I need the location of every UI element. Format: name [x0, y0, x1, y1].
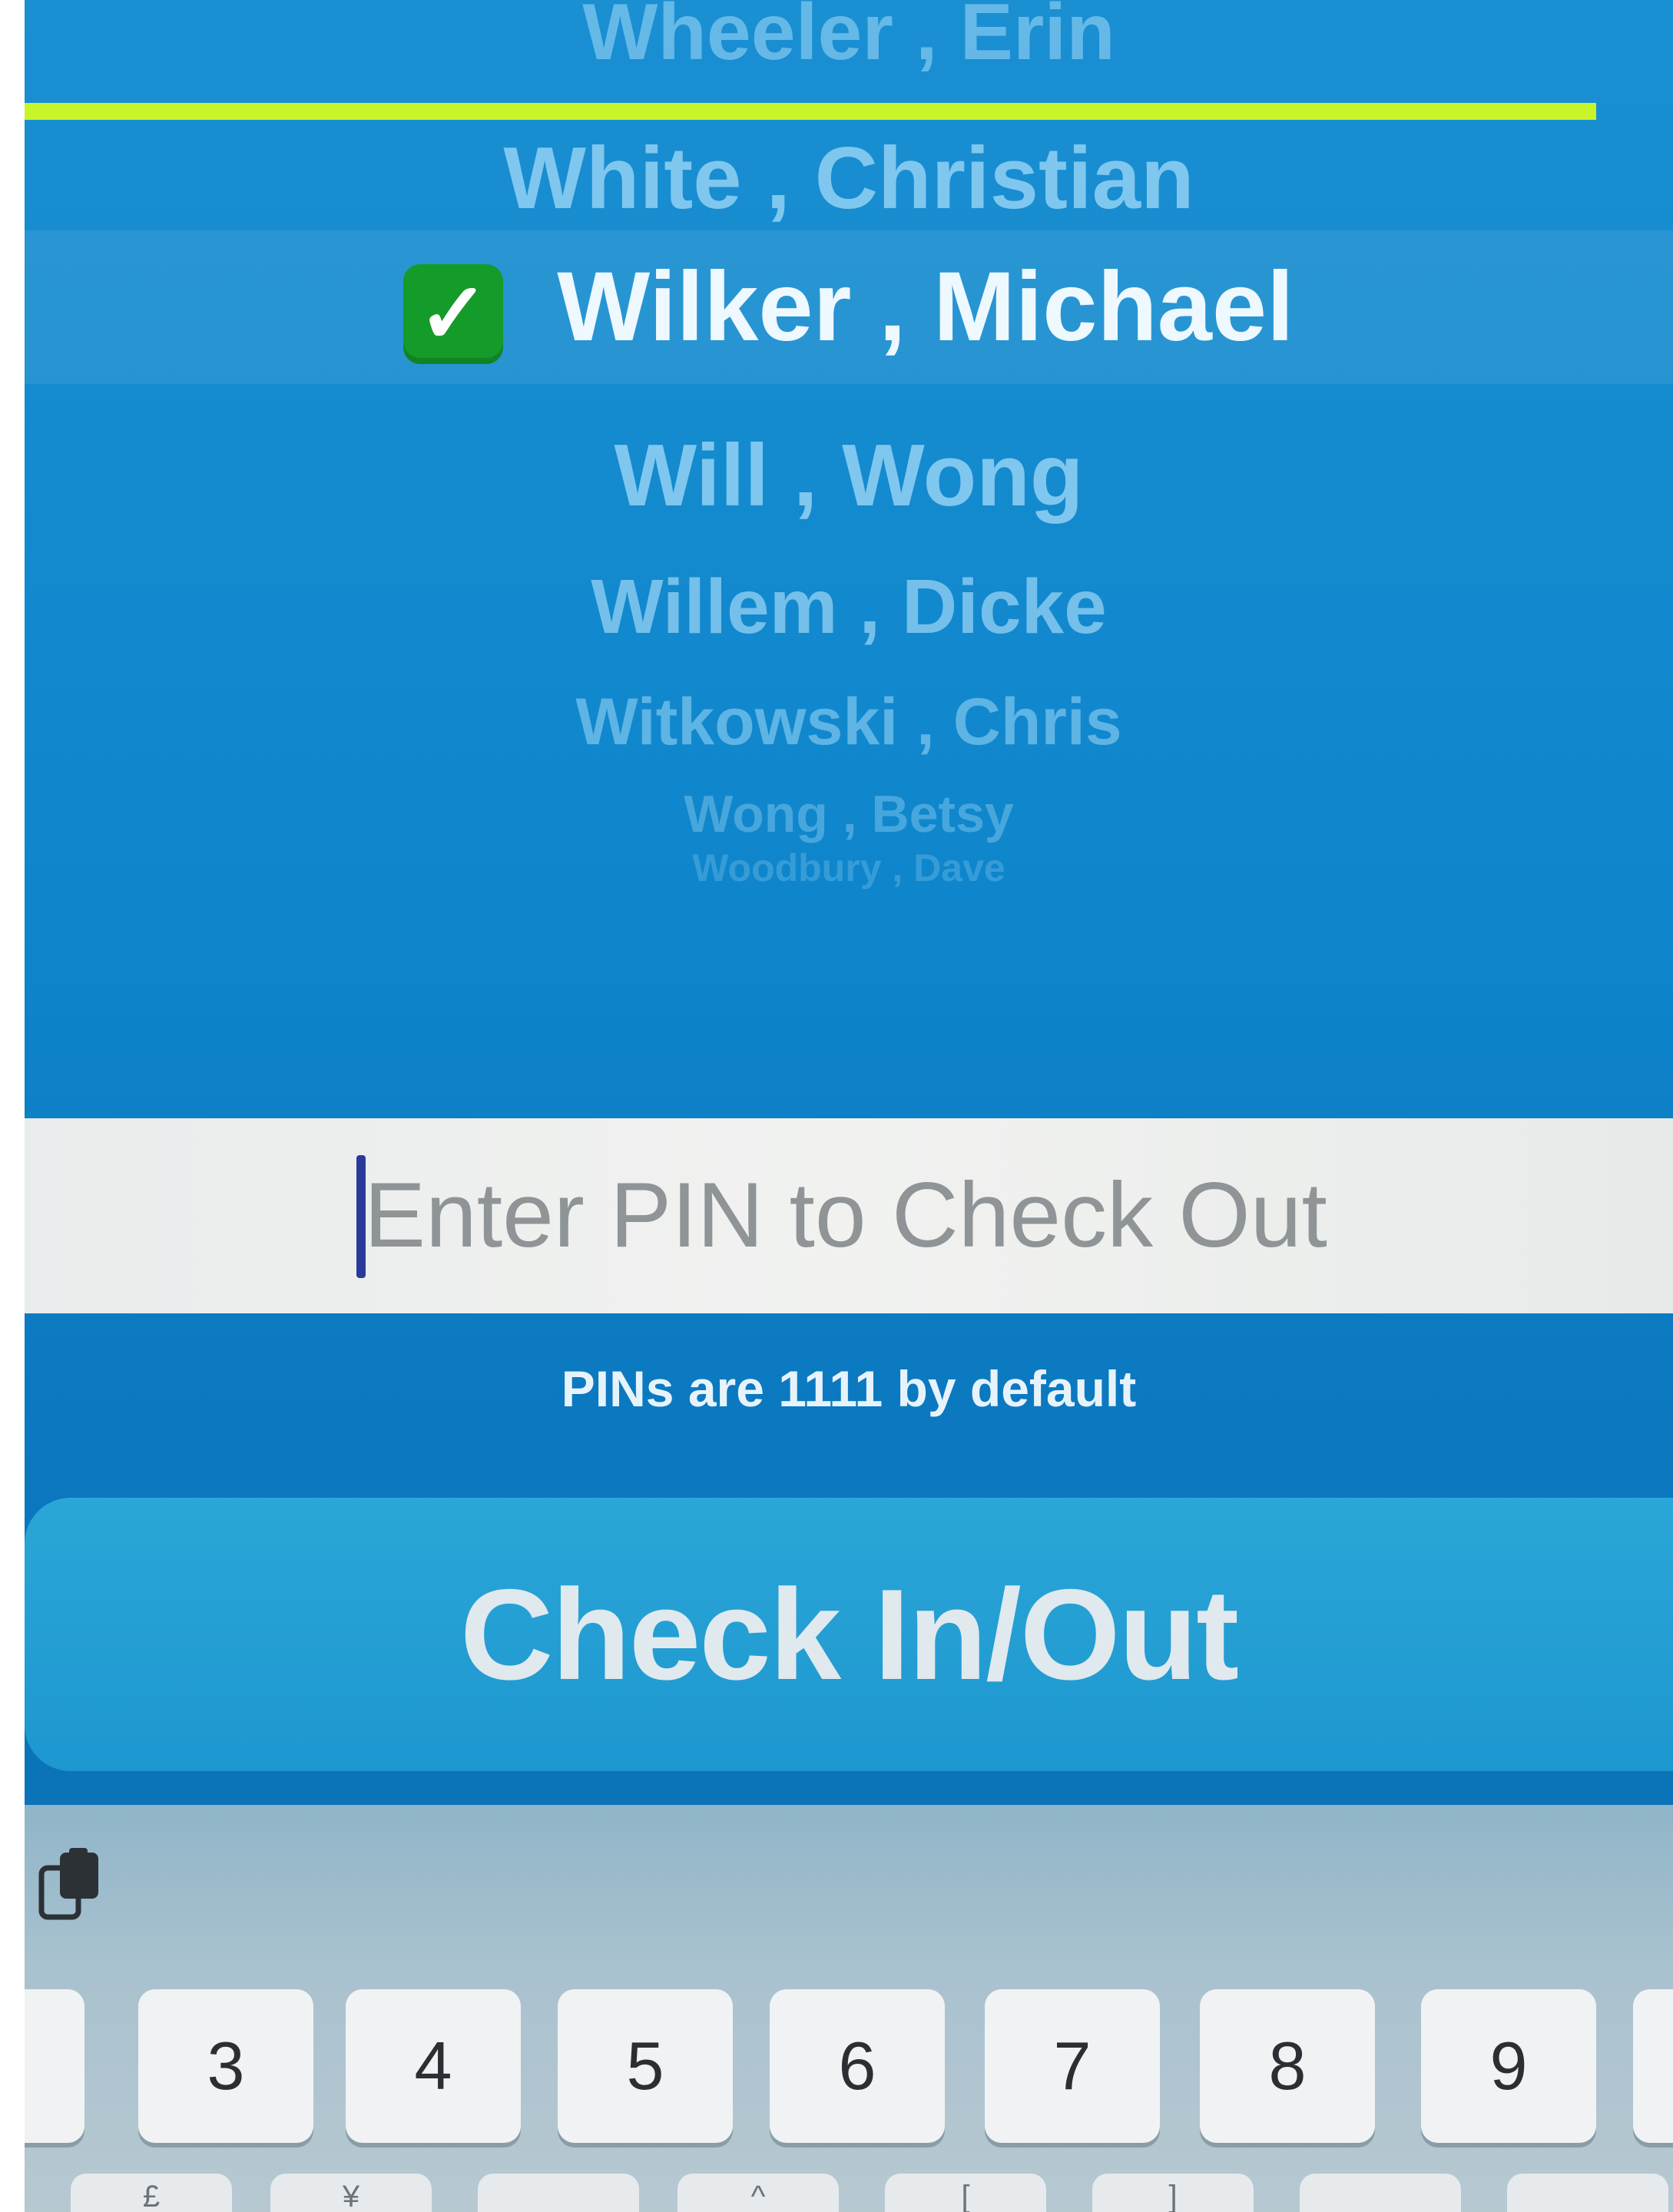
picker-row[interactable]: Witkowski , Chris [25, 684, 1673, 760]
key-blank[interactable] [478, 2174, 639, 2212]
key-caret[interactable]: ^ [677, 2174, 839, 2212]
picker-row[interactable]: Willem , Dicke [25, 565, 1673, 649]
picker-row[interactable]: White , Christian [25, 129, 1673, 229]
numeric-keyboard: 2 3 4 5 6 7 8 9 £ ¥ ^ [ ] [25, 1805, 1673, 2212]
picker-row-label: Wilker , Michael [557, 252, 1294, 362]
key-bracket-close[interactable]: ] [1092, 2174, 1254, 2212]
checkmark-icon: ✓ [403, 264, 504, 365]
picker-row-selected[interactable]: ✓ Wilker , Michael [25, 230, 1673, 384]
app-screen: Wheeler , Erin White , Christian ✓ Wilker… [25, 0, 1673, 2212]
key-8[interactable]: 8 [1200, 1989, 1375, 2143]
picker-row-label: Witkowski , Chris [575, 685, 1122, 759]
paste-clipboard-icon[interactable] [38, 1848, 103, 1922]
key-bracket-open[interactable]: [ [885, 2174, 1046, 2212]
picker-row-label: Wong , Betsy [684, 785, 1014, 843]
key-2[interactable]: 2 [25, 1989, 84, 2143]
check-in-out-button[interactable]: Check In/Out [25, 1498, 1673, 1771]
key-7[interactable]: 7 [985, 1989, 1160, 2143]
picker-row[interactable]: Will , Wong [25, 426, 1673, 526]
key-9[interactable]: 9 [1421, 1989, 1596, 2143]
key-6[interactable]: 6 [770, 1989, 945, 2143]
name-picker-wheel[interactable]: Wheeler , Erin White , Christian ✓ Wilker… [25, 0, 1673, 1098]
picker-row-label: Wheeler , Erin [582, 0, 1115, 77]
picker-row[interactable]: Woodbury , Dave [25, 845, 1673, 891]
key-0-partial[interactable] [1633, 1989, 1673, 2143]
picker-row[interactable]: Wong , Betsy [25, 783, 1673, 845]
key-blank[interactable] [1300, 2174, 1461, 2212]
picker-row-label: White , Christian [503, 130, 1194, 227]
picker-row[interactable]: Wheeler , Erin [25, 0, 1673, 78]
key-yen[interactable]: ¥ [270, 2174, 432, 2212]
key-3[interactable]: 3 [138, 1989, 313, 2143]
key-pound[interactable]: £ [71, 2174, 232, 2212]
key-4[interactable]: 4 [346, 1989, 521, 2143]
key-blank[interactable] [1507, 2174, 1668, 2212]
pin-input[interactable] [363, 1141, 1518, 1289]
picker-row-label: Will , Wong [614, 427, 1084, 525]
pin-field-bar [25, 1118, 1673, 1313]
pin-hint-text: PINs are 1111 by default [561, 1360, 1137, 1417]
picker-row-label: Woodbury , Dave [692, 846, 1005, 889]
key-5[interactable]: 5 [558, 1989, 733, 2143]
picker-row-label: Willem , Dicke [591, 564, 1107, 650]
